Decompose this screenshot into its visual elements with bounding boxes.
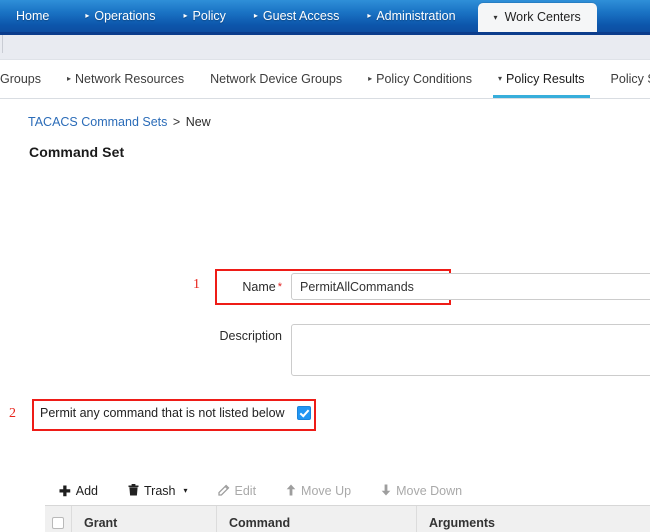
nav-item-home-label: Home [16,9,50,23]
move-up-button-label: Move Up [301,483,352,498]
chevron-right-icon: ▸ [183,11,188,20]
nav-item-guest-access-label: Guest Access [262,9,340,23]
chevron-down-icon: ▾ [493,12,498,22]
page-content: TACACS Command Sets > New Command Set 1 … [0,99,650,532]
plus-icon: ✚ [59,482,71,499]
permit-any-command-checkbox[interactable] [296,406,311,420]
commands-table-toolbar: ✚ Add Trash ▾ Edit Move Up Move Down [45,476,650,506]
nav-item-policy-label: Policy [192,9,226,23]
permit-any-command-label: Permit any command that is not listed be… [40,406,285,420]
chevron-right-icon: ▸ [253,11,258,20]
nav-item-policy[interactable]: ▸ Policy [170,0,240,32]
secondary-navigation-bar: ▾ Groups ▸ Network Resources Network Dev… [0,60,650,99]
breadcrumb-separator: > [172,115,181,129]
column-header-grant[interactable]: Grant [71,506,216,532]
breadcrumb: TACACS Command Sets > New [28,115,211,129]
subnav-item-network-resources[interactable]: ▸ Network Resources [54,60,197,98]
subnav-item-policy-sets-label: Policy Sets [610,72,650,86]
column-header-arguments[interactable]: Arguments [416,506,650,532]
commands-table-header-row: Grant Command Arguments [45,506,650,532]
description-input[interactable] [291,324,650,376]
subnav-item-policy-sets[interactable]: Policy Sets [598,60,650,98]
move-up-button[interactable]: Move Up [286,484,367,498]
breadcrumb-link-tacacs-command-sets[interactable]: TACACS Command Sets [28,115,167,129]
nav-item-work-centers-label: Work Centers [504,10,581,24]
annotation-number-2: 2 [9,406,16,421]
page-title: Command Set [29,144,125,160]
trash-button[interactable]: Trash ▾ [128,483,204,498]
chevron-right-icon: ▸ [67,74,72,83]
trash-button-label: Trash [143,483,176,498]
subnav-item-groups[interactable]: ▾ Groups [0,60,54,98]
chevron-down-icon: ▾ [183,486,188,495]
arrow-up-icon [286,484,296,498]
move-down-button-label: Move Down [396,483,463,498]
toolbar-strip [0,35,650,60]
pencil-icon [217,484,230,498]
edit-button[interactable]: Edit [217,483,273,498]
permit-any-command-row: Permit any command that is not listed be… [40,406,311,420]
required-asterisk-icon: * [277,281,282,293]
select-all-checkbox[interactable] [52,517,64,529]
column-header-command[interactable]: Command [216,506,416,532]
name-field-label: Name * [198,280,282,294]
nav-item-operations[interactable]: ▸ Operations [71,0,169,32]
strip-divider [2,35,3,53]
chevron-down-icon: ▾ [498,74,503,83]
subnav-item-network-resources-label: Network Resources [75,72,185,86]
ise-command-set-page: Home ▸ Operations ▸ Policy ▸ Guest Acces… [0,0,650,532]
move-down-button[interactable]: Move Down [381,484,478,498]
nav-item-work-centers[interactable]: ▾ Work Centers [477,3,597,32]
nav-item-guest-access[interactable]: ▸ Guest Access [240,0,353,32]
arrow-down-icon [381,484,391,498]
subnav-item-network-device-groups-label: Network Device Groups [210,72,343,86]
chevron-right-icon: ▸ [85,11,90,20]
subnav-item-policy-results[interactable]: ▾ Policy Results [485,60,598,98]
name-label-text: Name [242,280,276,294]
add-button[interactable]: ✚ Add [59,484,114,498]
chevron-right-icon: ▸ [368,74,373,83]
name-input[interactable] [291,273,650,300]
nav-item-operations-label: Operations [94,9,156,23]
edit-button-label: Edit [234,483,257,498]
subnav-item-groups-label: Groups [0,72,42,86]
select-all-header-cell [45,506,71,532]
breadcrumb-current: New [185,115,211,129]
nav-item-administration[interactable]: ▸ Administration [353,0,469,32]
primary-navigation-bar: Home ▸ Operations ▸ Policy ▸ Guest Acces… [0,0,650,35]
add-button-label: Add [75,483,98,498]
subnav-item-policy-results-label: Policy Results [506,72,585,86]
trash-icon [128,483,139,498]
nav-item-administration-label: Administration [376,9,456,23]
chevron-right-icon: ▸ [367,11,372,20]
subnav-item-policy-conditions-label: Policy Conditions [376,72,473,86]
subnav-item-policy-conditions[interactable]: ▸ Policy Conditions [355,60,485,98]
commands-table-panel: ✚ Add Trash ▾ Edit Move Up Move Down Gra… [45,476,650,532]
description-field-label: Description [219,329,282,343]
subnav-item-network-device-groups[interactable]: Network Device Groups [197,60,355,98]
nav-item-home[interactable]: Home [0,0,71,32]
